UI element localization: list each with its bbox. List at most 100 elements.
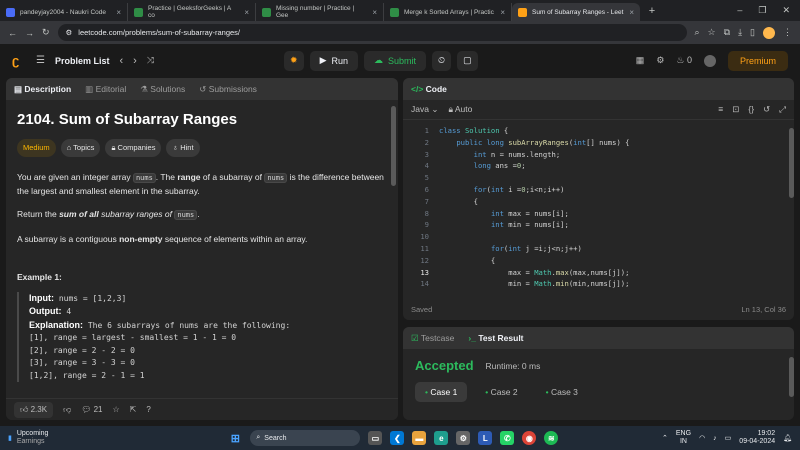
code-line[interactable]: 13 max = Math.max(max,nums[j]); [403, 268, 629, 280]
code-line[interactable]: 1 class Solution { [403, 126, 509, 138]
submit-button[interactable]: ☁ Submit [364, 50, 427, 71]
streak-counter[interactable]: ♨ 0 [676, 55, 692, 66]
tray-chevron-icon[interactable]: ⌃ [662, 434, 668, 442]
code-line[interactable]: 5 [403, 173, 429, 185]
language-indicator[interactable]: ENG IN [676, 430, 691, 446]
weather-widget[interactable]: ▮ Upcoming Earnings [8, 430, 48, 446]
new-tab-icon[interactable]: + [644, 5, 660, 17]
edge-icon[interactable]: e [434, 431, 449, 445]
close-tab-icon[interactable]: × [244, 8, 249, 17]
user-avatar[interactable] [703, 54, 716, 67]
code-line[interactable]: 8 int max = nums[i]; [403, 209, 569, 221]
tab-editorial[interactable]: ▥ Editorial [85, 84, 126, 95]
leetcode-logo[interactable]: ʗ [12, 53, 26, 69]
code-scrollbar[interactable] [789, 128, 794, 198]
tab-test-result[interactable]: ›_ Test Result [468, 333, 523, 343]
language-select[interactable]: Java ⌄ [411, 104, 438, 115]
notification-icon[interactable]: 🔔︎ [783, 434, 792, 442]
format-icon[interactable]: ≡ [718, 104, 723, 115]
code-line[interactable]: 9 int min = nums[i]; [403, 220, 569, 232]
star-icon[interactable]: ☆ [112, 405, 119, 414]
code-line[interactable]: 2 public long subArrayRanges(int[] nums)… [403, 138, 630, 150]
site-info-icon[interactable]: ⚙ [66, 28, 73, 37]
settings-icon[interactable]: ⚙ [456, 431, 471, 445]
hint-chip[interactable]: ♁ Hint [166, 138, 200, 157]
app-l-icon[interactable]: L [478, 431, 493, 445]
code-line[interactable]: 6 for(int i =0;i<n;i++) [403, 185, 565, 197]
volume-icon[interactable]: ♪ [713, 435, 717, 442]
comments-button[interactable]: 💬︎ 21 [81, 405, 102, 414]
download-icon[interactable]: ⤓ [738, 27, 742, 38]
browser-tab[interactable]: pandeyjay2004 - Naukri Code × [0, 3, 128, 21]
close-tab-icon[interactable]: × [629, 8, 634, 17]
file-explorer-icon[interactable]: ▬ [412, 431, 427, 445]
case-tab[interactable]: • Case 3 [536, 382, 588, 402]
layout-icon[interactable]: ▦ [636, 55, 645, 66]
reset-icon[interactable]: ↺ [763, 104, 770, 115]
code-line[interactable]: 14 min = Math.min(min,nums[j]); [403, 279, 629, 291]
braces-icon[interactable]: {} [748, 104, 754, 115]
reload-icon[interactable]: ↻ [42, 27, 50, 38]
windows-start-icon[interactable]: ⊞ [228, 431, 242, 445]
tab-solutions[interactable]: ⚗ Solutions [140, 84, 185, 95]
prev-problem-icon[interactable]: ‹ [119, 55, 123, 67]
code-line[interactable]: 10 [403, 232, 429, 244]
close-tab-icon[interactable]: × [116, 8, 121, 17]
debug-button[interactable]: ✹ [284, 50, 304, 71]
case-tab[interactable]: • Case 1 [415, 382, 468, 402]
next-problem-icon[interactable]: › [133, 55, 137, 67]
task-view-icon[interactable]: ▭ [368, 431, 383, 445]
settings-icon[interactable]: ⚙ [656, 55, 664, 66]
browser-tab[interactable]: Practice | GeeksforGeeks | A co × [128, 3, 256, 21]
forward-icon[interactable]: → [25, 28, 34, 38]
topics-chip[interactable]: ⌂ Topics [60, 138, 101, 157]
menu-icon[interactable]: ⋮ [783, 27, 792, 38]
tab-submissions[interactable]: ↺ Submissions [199, 84, 257, 95]
premium-button[interactable]: Premium [727, 50, 788, 71]
whatsapp-icon[interactable]: ✆ [500, 431, 515, 445]
restore-icon[interactable]: ❐ [758, 5, 766, 16]
bookmark-icon[interactable]: ☆ [708, 27, 716, 38]
tab-testcase[interactable]: ☑ Testcase [411, 333, 454, 344]
code-editor[interactable]: 1 class Solution {2 public long subArrayR… [403, 120, 794, 298]
close-tab-icon[interactable]: × [500, 8, 505, 17]
companies-chip[interactable]: 🔒︎ Companies [105, 138, 162, 157]
code-line[interactable]: 3 int n = nums.length; [403, 150, 561, 162]
case-tab[interactable]: • Case 2 [475, 382, 527, 402]
browser-tab[interactable]: Missing number | Practice | Gee × [256, 3, 384, 21]
browser-tab-active[interactable]: Sum of Subarray Ranges - Leet × [512, 3, 640, 21]
timer-button[interactable]: ⏲ [432, 50, 452, 71]
code-line[interactable]: 11 for(int j =i;j<n;j++) [403, 244, 581, 256]
clock[interactable]: 19:02 09-04-2024 [739, 430, 775, 446]
sidebar-icon[interactable]: ▯ [750, 27, 755, 38]
zoom-icon[interactable]: ⌕ [695, 27, 700, 38]
notes-button[interactable]: ▢ [457, 50, 478, 71]
auto-mode-toggle[interactable]: 🔒︎ Auto [448, 104, 472, 115]
close-tab-icon[interactable]: × [372, 8, 377, 17]
profile-avatar[interactable] [763, 26, 775, 39]
chrome-icon[interactable]: ◉ [522, 431, 537, 445]
wifi-icon[interactable]: ◠ [699, 434, 705, 442]
vscode-icon[interactable]: ❮ [390, 431, 405, 445]
help-icon[interactable]: ? [146, 405, 150, 414]
problem-list-link[interactable]: Problem List [55, 56, 110, 66]
code-line[interactable]: 12 { [403, 256, 495, 268]
battery-icon[interactable]: ▭ [725, 434, 732, 442]
result-scrollbar[interactable] [789, 357, 794, 397]
code-line[interactable]: 4 long ans =0; [403, 161, 526, 173]
run-button[interactable]: ▶ Run [309, 50, 359, 71]
search-box[interactable]: ⌕ Search [250, 430, 361, 446]
close-window-icon[interactable]: ✕ [782, 5, 790, 16]
back-icon[interactable]: ← [8, 28, 17, 38]
fullscreen-icon[interactable]: ⤢ [779, 104, 786, 115]
like-button[interactable]: 👍︎ 2.3K [14, 401, 54, 418]
url-input[interactable]: ⚙ leetcode.com/problems/sum-of-subarray-… [57, 24, 687, 41]
dislike-icon[interactable]: 👎︎ [63, 405, 71, 415]
bookmark-icon[interactable]: ⊡ [732, 104, 739, 115]
shuffle-icon[interactable]: ⤨ [147, 55, 154, 66]
extensions-icon[interactable]: ⧉ [724, 27, 730, 38]
spotify-icon[interactable]: ≋ [544, 431, 559, 445]
left-scrollbar[interactable] [391, 106, 396, 186]
share-icon[interactable]: ⇱ [130, 405, 137, 414]
browser-tab[interactable]: Merge k Sorted Arrays | Practic × [384, 3, 512, 21]
